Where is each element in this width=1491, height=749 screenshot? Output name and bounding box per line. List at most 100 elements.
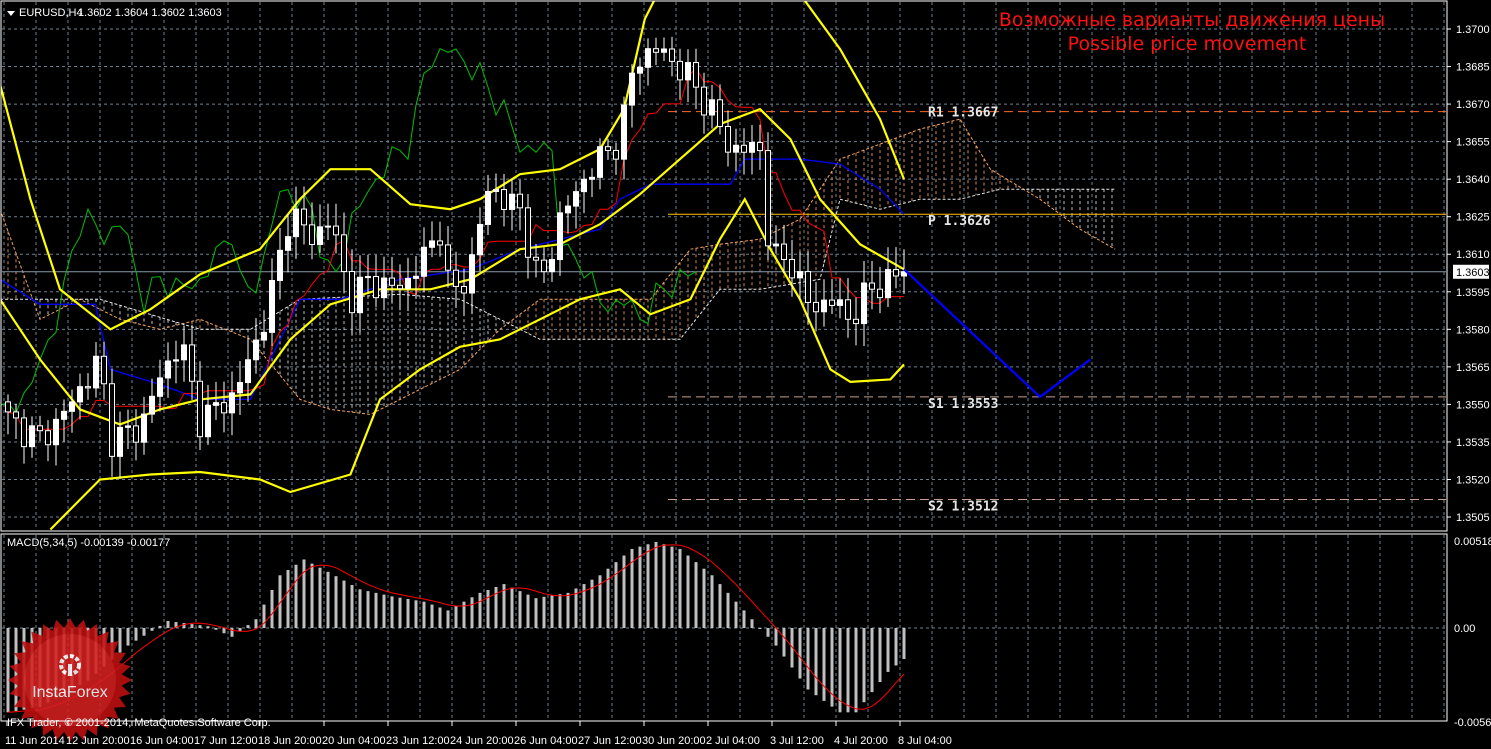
candle-body [861, 282, 867, 325]
macd-bar [182, 623, 186, 628]
macd-tick-label: -0.00562 [1454, 717, 1491, 729]
macd-bar [286, 570, 290, 628]
symbol-label: EURUSD,H4 [19, 7, 83, 19]
macd-bar [470, 597, 474, 628]
macd-bar [614, 562, 618, 628]
candle-body [197, 380, 203, 438]
candle-body [741, 144, 747, 153]
candle-body [437, 240, 443, 246]
candle-body [429, 240, 435, 248]
candle-body [445, 244, 451, 271]
macd-bar [606, 568, 610, 628]
candle-body [517, 193, 523, 209]
macd-bar [214, 628, 218, 630]
price-tick-label: 1.3700 [1456, 24, 1490, 36]
candle-body [669, 48, 675, 62]
candle-body [277, 249, 283, 282]
time-tick-label: 12 Jun 20:00 [66, 735, 130, 747]
candle-body [181, 344, 187, 361]
macd-bar [270, 589, 274, 628]
price-tick-label: 1.3640 [1456, 174, 1490, 186]
candle-body [469, 254, 475, 294]
candle-body [645, 48, 651, 68]
macd-bar [382, 594, 386, 628]
macd-bar [710, 575, 714, 628]
candle-body [341, 234, 347, 272]
macd-bar [566, 592, 570, 628]
candle-body [573, 191, 579, 207]
candle-body [797, 271, 803, 279]
macd-bar [430, 604, 434, 628]
candle-body [229, 392, 235, 414]
candle-body [77, 386, 83, 403]
time-tick-label: 24 Jun 20:00 [450, 735, 514, 747]
macd-bar [206, 626, 210, 628]
macd-bar [222, 628, 226, 634]
macd-bar [366, 591, 370, 628]
current-price-label: 1.3603 [1456, 267, 1490, 279]
pivot-label: S2 1.3512 [928, 500, 998, 515]
macd-bar [134, 628, 138, 641]
candle-body [373, 276, 379, 299]
price-tick-label: 1.3565 [1456, 362, 1490, 374]
macd-bar [574, 588, 578, 628]
macd-bar [350, 584, 354, 628]
candle-body [565, 205, 571, 214]
price-tick-label: 1.3580 [1456, 324, 1490, 336]
price-tick-label: 1.3520 [1456, 474, 1490, 486]
macd-bar [454, 606, 458, 628]
background [0, 0, 1491, 749]
macd-bar [678, 548, 682, 628]
candle-body [453, 269, 459, 287]
candle-body [117, 426, 123, 457]
time-tick-label: 3 Jul 12:00 [770, 735, 824, 747]
macd-bar [870, 628, 874, 693]
candle-body [213, 402, 219, 406]
candle-body [725, 125, 731, 153]
candle-body [381, 277, 387, 299]
macd-bar [774, 628, 778, 646]
macd-bar [766, 628, 770, 637]
candle-body [637, 66, 643, 74]
macd-bar [310, 563, 314, 628]
macd-bar [878, 628, 882, 683]
candle-body [13, 411, 19, 419]
time-tick-label: 2 Jul 04:00 [706, 735, 760, 747]
candle-body [101, 355, 107, 385]
price-tick-label: 1.3550 [1456, 399, 1490, 411]
candle-body [877, 288, 883, 299]
price-tick-label: 1.3685 [1456, 62, 1490, 74]
price-tick-label: 1.3505 [1456, 512, 1490, 524]
candle-body [613, 149, 619, 160]
macd-bar [726, 592, 730, 628]
time-tick-label: 20 Jun 04:00 [322, 735, 386, 747]
candle-body [21, 417, 27, 448]
candle-body [301, 208, 307, 226]
candle-body [149, 395, 155, 415]
candle-body [733, 144, 739, 153]
time-tick-label: 16 Jun 04:00 [130, 735, 194, 747]
macd-bar [846, 628, 850, 713]
candle-body [165, 360, 171, 379]
candle-body [541, 259, 547, 273]
candle-body [509, 193, 515, 210]
candle-body [693, 62, 699, 88]
macd-bar [854, 628, 858, 713]
macd-bar [902, 628, 906, 660]
annotation-ru: Возможные варианты движения цены [999, 9, 1385, 31]
macd-bar [318, 567, 322, 628]
candle-body [405, 277, 411, 290]
candle-body [837, 299, 843, 306]
macd-bar [230, 628, 234, 637]
macd-bar [238, 628, 242, 631]
macd-bar [406, 599, 410, 628]
chart-canvas[interactable]: InstaForex 1.3700 1.3685 1.3670 1.3655 1.364… [0, 0, 1491, 749]
candle-body [125, 425, 131, 428]
macd-bar [358, 589, 362, 628]
candle-body [533, 256, 539, 261]
ohlc-readout: 1.3602 1.3604 1.3602 1.3603 [78, 7, 222, 19]
macd-bar [518, 591, 522, 628]
time-tick-label: 11 Jun 2014 [5, 735, 65, 747]
candle-body [133, 425, 139, 443]
macd-bar [334, 576, 338, 628]
